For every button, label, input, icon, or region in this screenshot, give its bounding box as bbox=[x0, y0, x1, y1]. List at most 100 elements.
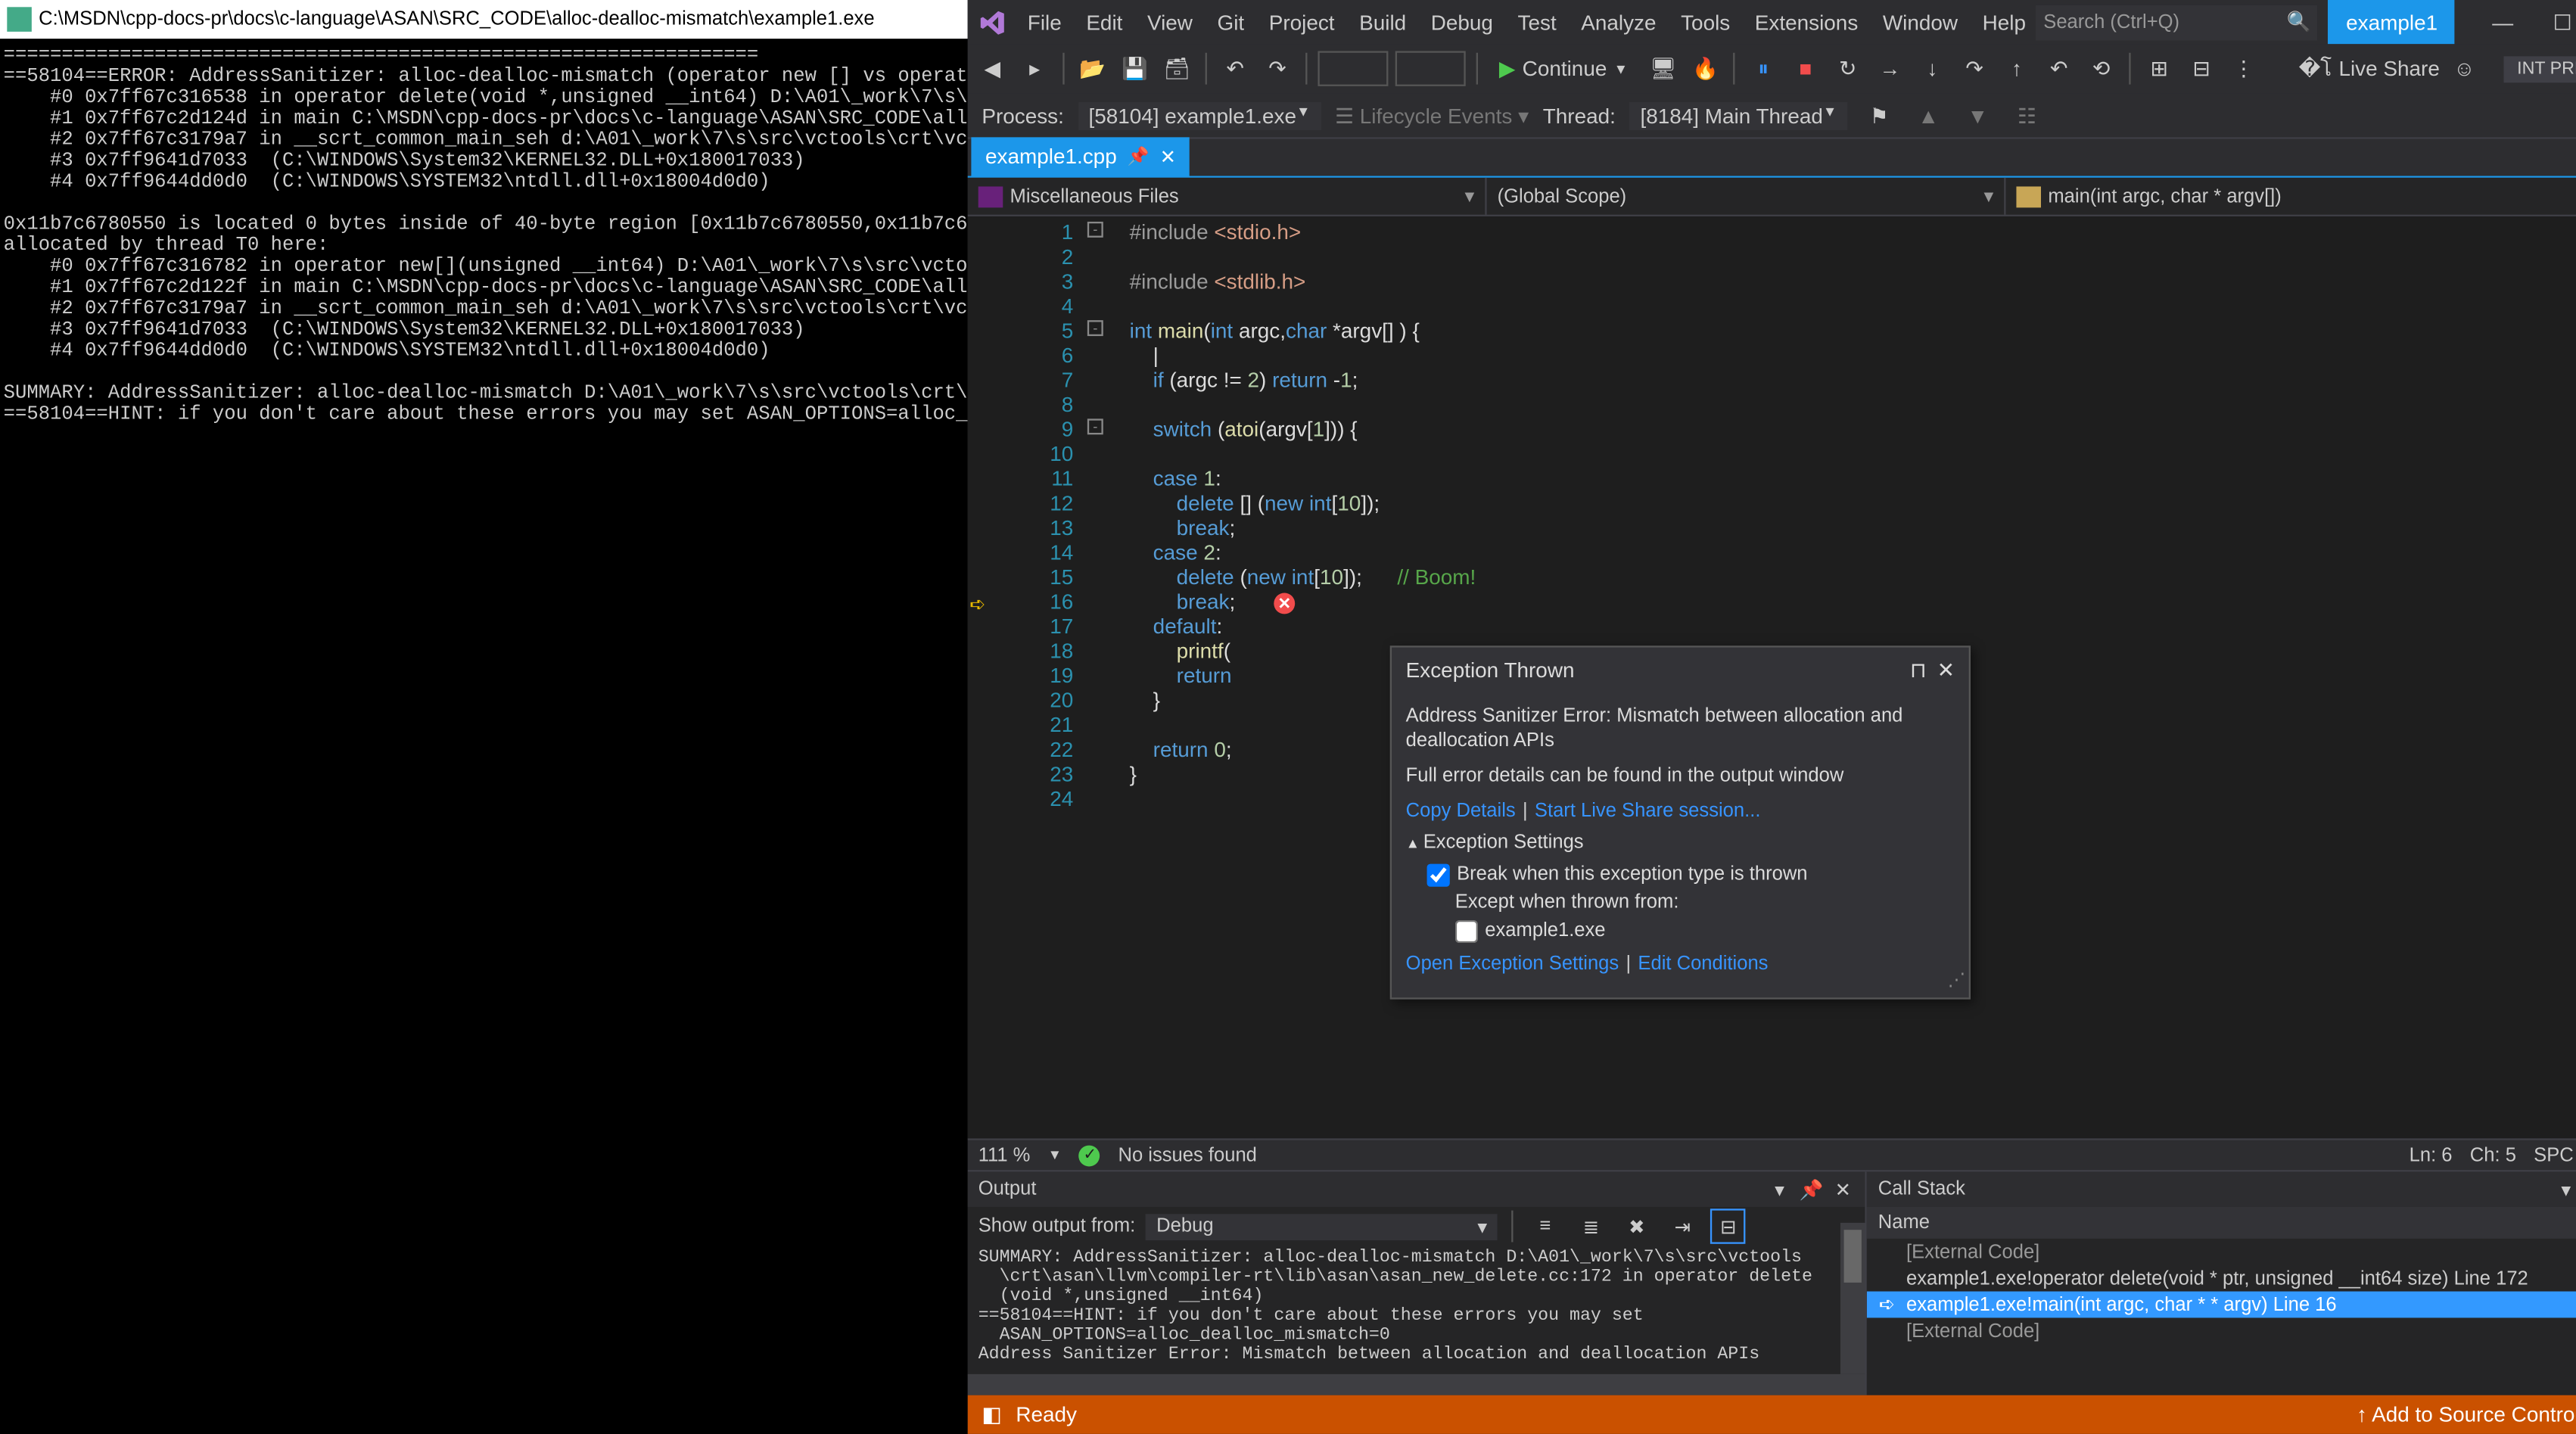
file-tab-example1[interactable]: example1.cpp 📌 ✕ bbox=[971, 137, 1190, 176]
copy-details-link[interactable]: Copy Details bbox=[1406, 801, 1516, 822]
outline-margin[interactable]: - - - bbox=[1084, 216, 1129, 1138]
code-line[interactable]: delete (new int[10]); // Boom! bbox=[1130, 565, 2576, 589]
feedback-icon[interactable]: ☺ bbox=[2447, 51, 2482, 86]
undo-icon[interactable]: ↶ bbox=[1218, 51, 1253, 86]
callstack-row[interactable]: ➪example1.exe!main(int argc, char * * ar… bbox=[1868, 1292, 2576, 1318]
menu-file[interactable]: File bbox=[1017, 10, 1072, 35]
add-source-control[interactable]: ↑ Add to Source Control ▴ bbox=[2357, 1402, 2576, 1427]
popup-close-icon[interactable]: ✕ bbox=[1937, 658, 1955, 683]
callstack-row[interactable]: example1.exe!operator delete(void * ptr,… bbox=[1868, 1265, 2576, 1292]
code-body[interactable]: #include <stdio.h>#include <stdlib.h>int… bbox=[1130, 216, 2576, 1138]
exception-settings-header[interactable]: ▲Exception Settings bbox=[1406, 830, 1955, 857]
menu-test[interactable]: Test bbox=[1507, 10, 1567, 35]
search-box[interactable]: Search (Ctrl+Q) 🔍 bbox=[2036, 5, 2318, 40]
continue-button[interactable]: ▶ Continue ▼ bbox=[1489, 56, 1638, 81]
fold-icon[interactable]: - bbox=[1087, 418, 1103, 434]
process-combo[interactable]: [58104] example1.exe ▼ bbox=[1078, 101, 1321, 129]
live-share-button[interactable]: �โ Live Share bbox=[2299, 52, 2440, 86]
fold-icon[interactable]: - bbox=[1087, 320, 1103, 336]
nav-back-button[interactable]: ◀ bbox=[975, 51, 1010, 86]
menu-project[interactable]: Project bbox=[1258, 10, 1346, 35]
menu-extensions[interactable]: Extensions bbox=[1744, 10, 1868, 35]
output-source-combo[interactable]: Debug▾ bbox=[1146, 1213, 1498, 1240]
edit-conditions-link[interactable]: Edit Conditions bbox=[1638, 953, 1768, 975]
issues-text[interactable]: No issues found bbox=[1118, 1144, 1257, 1165]
panel-dropdown-icon[interactable]: ▾ bbox=[2554, 1178, 2576, 1201]
open-file-icon[interactable]: 📂 bbox=[1075, 51, 1111, 86]
error-marker-icon[interactable]: ✕ bbox=[1274, 593, 1295, 614]
code-line[interactable]: #include <stdlib.h> bbox=[1130, 269, 2576, 294]
menu-build[interactable]: Build bbox=[1349, 10, 1417, 35]
code-line[interactable]: case 1: bbox=[1130, 466, 2576, 491]
line-indicator[interactable]: Ln: 6 bbox=[2410, 1144, 2453, 1165]
menu-debug[interactable]: Debug bbox=[1420, 10, 1504, 35]
code-line[interactable]: int main(int argc,char *argv[] ) { bbox=[1130, 319, 2576, 344]
popup-pin-icon[interactable]: ⊓ bbox=[1910, 658, 1927, 683]
menu-view[interactable]: View bbox=[1137, 10, 1203, 35]
callstack-row[interactable]: [External Code] bbox=[1868, 1239, 2576, 1265]
output-prev-icon[interactable]: ≡ bbox=[1528, 1208, 1563, 1244]
nav-fwd-button[interactable]: ▸ bbox=[1017, 51, 1053, 86]
code-line[interactable]: | bbox=[1130, 343, 2576, 368]
panel-close-icon[interactable]: ✕ bbox=[1831, 1178, 1856, 1201]
nav-scope-combo[interactable]: (Global Scope)▾ bbox=[1487, 178, 2006, 215]
menu-git[interactable]: Git bbox=[1207, 10, 1255, 35]
code-line[interactable] bbox=[1130, 442, 2576, 467]
debug-target-icon[interactable]: 🖥 bbox=[1645, 51, 1681, 86]
save-all-icon[interactable]: 🗃 bbox=[1159, 51, 1195, 86]
toolbox1-icon[interactable]: ⊞ bbox=[2142, 51, 2177, 86]
step-into-icon[interactable]: ↓ bbox=[1915, 51, 1950, 86]
callstack-header[interactable]: Name Lang bbox=[1868, 1207, 2576, 1239]
code-line[interactable] bbox=[1130, 244, 2576, 269]
callstack-body[interactable]: [External Code]example1.exe!operator del… bbox=[1868, 1239, 2576, 1395]
step-out-icon[interactable]: ↑ bbox=[1999, 51, 2035, 86]
minimize-button[interactable]: — bbox=[2473, 0, 2533, 44]
callstack-row[interactable]: [External Code] bbox=[1868, 1317, 2576, 1344]
redo-icon[interactable]: ↷ bbox=[1260, 51, 1296, 86]
output-next-icon[interactable]: ≣ bbox=[1573, 1208, 1609, 1244]
toolbox2-icon[interactable]: ⊟ bbox=[2184, 51, 2220, 86]
pause-icon[interactable]: ⏸ bbox=[1746, 51, 1781, 86]
toolbox3-icon[interactable]: ⋮ bbox=[2226, 51, 2262, 86]
lifecycle-icon[interactable]: ☰ Lifecycle Events ▾ bbox=[1335, 103, 1529, 128]
reverse-icon[interactable]: ⟲ bbox=[2083, 51, 2119, 86]
code-line[interactable]: switch (atoi(argv[1])) { bbox=[1130, 417, 2576, 442]
stackframe-down-icon[interactable]: ▼ bbox=[1960, 98, 1996, 133]
code-line[interactable]: default: bbox=[1130, 614, 2576, 639]
open-exc-settings-link[interactable]: Open Exception Settings bbox=[1406, 953, 1619, 975]
resize-grip-icon[interactable]: ⋰ bbox=[1948, 969, 1965, 994]
code-line[interactable]: break; bbox=[1130, 589, 2576, 614]
console-output[interactable]: ========================================… bbox=[0, 39, 968, 1434]
thread-combo[interactable]: [8184] Main Thread ▼ bbox=[1629, 101, 1847, 129]
maximize-button[interactable]: ☐ bbox=[2533, 0, 2576, 44]
char-indicator[interactable]: Ch: 5 bbox=[2470, 1144, 2516, 1165]
breakpoint-margin[interactable]: ➪ bbox=[968, 216, 993, 1138]
menu-edit[interactable]: Edit bbox=[1075, 10, 1133, 35]
panel-dropdown-icon[interactable]: ▾ bbox=[1767, 1178, 1792, 1201]
hot-reload-icon[interactable]: 🔥 bbox=[1688, 51, 1723, 86]
code-line[interactable]: delete [] (new int[10]); bbox=[1130, 491, 2576, 516]
nav-project-combo[interactable]: Miscellaneous Files▾ bbox=[968, 178, 1487, 215]
pin-icon[interactable]: 📌 bbox=[1128, 147, 1150, 166]
config-dropdown[interactable] bbox=[1318, 51, 1388, 86]
step-over-icon[interactable]: ↷ bbox=[1957, 51, 1993, 86]
code-line[interactable]: if (argc != 2) return -1; bbox=[1130, 368, 2576, 393]
restart-icon[interactable]: ↻ bbox=[1830, 51, 1865, 86]
nav-member-combo[interactable]: main(int argc, char * argv[])▾+ bbox=[2006, 178, 2576, 215]
indent-indicator[interactable]: SPC bbox=[2534, 1144, 2574, 1165]
except-item-checkbox[interactable] bbox=[1455, 919, 1478, 942]
stackframe-up-icon[interactable]: ▲ bbox=[1911, 98, 1946, 133]
show-next-icon[interactable]: → bbox=[1872, 51, 1908, 86]
stop-icon[interactable]: ■ bbox=[1788, 51, 1824, 86]
output-hscrollbar[interactable] bbox=[968, 1374, 1866, 1395]
output-body[interactable]: SUMMARY: AddressSanitizer: alloc-dealloc… bbox=[968, 1246, 1866, 1374]
show-threads-icon[interactable]: ☷ bbox=[2009, 98, 2045, 133]
save-icon[interactable]: 💾 bbox=[1117, 51, 1153, 86]
output-clear-icon[interactable]: ✖ bbox=[1619, 1208, 1655, 1244]
menu-window[interactable]: Window bbox=[1872, 10, 1968, 35]
zoom-level[interactable]: 111 % bbox=[978, 1144, 1031, 1165]
code-editor[interactable]: ➪ 12345678910111213141516171819202122232… bbox=[968, 216, 2576, 1138]
output-collapse-icon[interactable]: ⊟ bbox=[1711, 1208, 1747, 1244]
platform-dropdown[interactable] bbox=[1395, 51, 1466, 86]
tab-close-icon[interactable]: ✕ bbox=[1160, 145, 1176, 168]
